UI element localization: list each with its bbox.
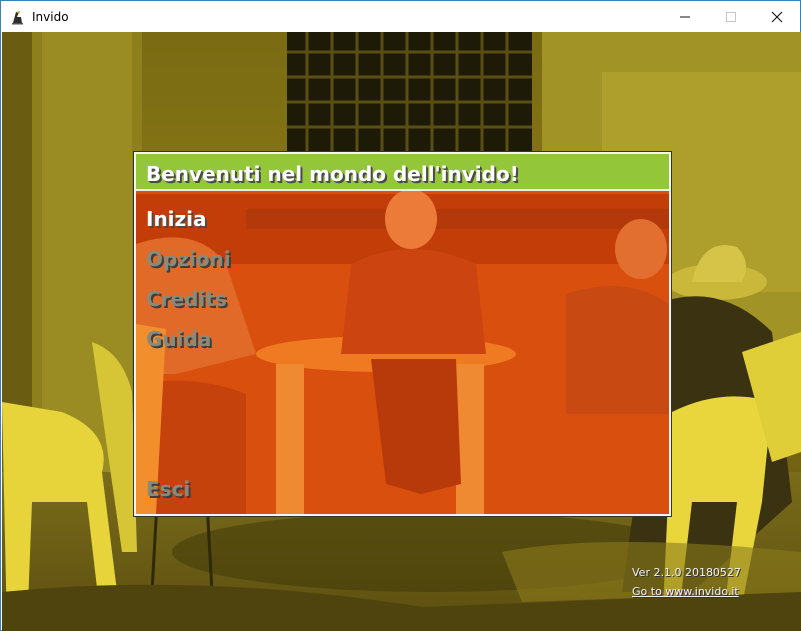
version-label: Ver 2.1.0 20180527 [632, 566, 741, 579]
title-bar[interactable]: Invido [1, 1, 800, 32]
maximize-button[interactable] [708, 1, 754, 32]
window-title: Invido [32, 9, 69, 24]
panel-header: Benvenuti nel mondo dell'invido! [136, 154, 669, 191]
menu-item-opzioni[interactable]: Opzioni [146, 247, 231, 271]
menu-item-guida[interactable]: Guida [146, 327, 211, 351]
minimize-icon [680, 16, 690, 17]
menu-item-esci[interactable]: Esci [146, 477, 190, 501]
maximize-icon [726, 11, 736, 22]
background-photo: Benvenuti nel mondo dell'invido! Inizia … [2, 32, 801, 631]
minimize-button[interactable] [662, 1, 708, 32]
close-icon [771, 11, 783, 22]
website-link[interactable]: Go to www.invido.it [632, 585, 739, 598]
main-menu-panel: Benvenuti nel mondo dell'invido! Inizia … [133, 151, 672, 517]
welcome-title: Benvenuti nel mondo dell'invido! [146, 162, 519, 186]
app-window: Invido Benvenuti nel mondo dell'invido! … [0, 0, 801, 631]
invido-app-icon [10, 9, 26, 25]
close-button[interactable] [754, 1, 800, 32]
panel-scene [136, 154, 669, 514]
menu-item-credits[interactable]: Credits [146, 287, 227, 311]
menu-item-inizia[interactable]: Inizia [146, 207, 207, 231]
